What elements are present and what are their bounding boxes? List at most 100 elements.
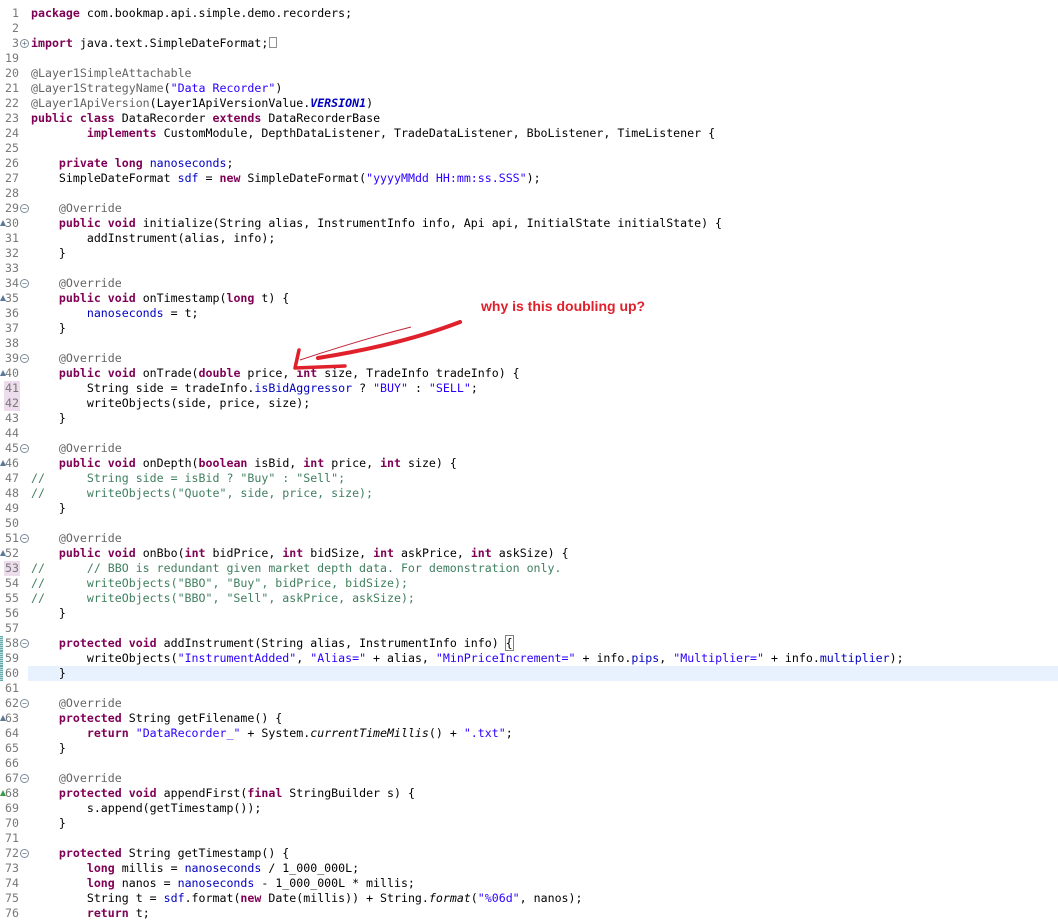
code-line[interactable]: 52 public void onBbo(int bidPrice, int b… (0, 546, 1058, 561)
code-line[interactable]: 56 } (0, 606, 1058, 621)
code-line[interactable]: 49 } (0, 501, 1058, 516)
code-text[interactable] (28, 756, 1058, 771)
code-text[interactable]: // writeObjects("Quote", side, price, si… (28, 486, 1058, 501)
code-line[interactable]: 28 (0, 186, 1058, 201)
code-line[interactable]: 1 package com.bookmap.api.simple.demo.rec… (0, 6, 1058, 21)
code-line[interactable]: 71 (0, 831, 1058, 846)
code-line[interactable]: 32 } (0, 246, 1058, 261)
code-line[interactable]: 19 (0, 51, 1058, 66)
code-text[interactable]: @Override (28, 531, 1058, 546)
code-line[interactable]: 64 return "DataRecorder_" + System.curre… (0, 726, 1058, 741)
code-text[interactable] (28, 426, 1058, 441)
code-text[interactable]: writeObjects("InstrumentAdded", "Alias="… (28, 651, 1058, 666)
code-line[interactable]: 70 } (0, 816, 1058, 831)
code-line[interactable]: 26 private long nanoseconds; (0, 156, 1058, 171)
code-line[interactable]: 76 return t; (0, 906, 1058, 921)
code-line[interactable]: 68 protected void appendFirst(final Stri… (0, 786, 1058, 801)
code-text[interactable]: String t = sdf.format(new Date(millis)) … (28, 891, 1058, 906)
code-text[interactable]: // String side = isBid ? "Buy" : "Sell"; (28, 471, 1058, 486)
code-text[interactable] (28, 261, 1058, 276)
code-line[interactable]: 65 } (0, 741, 1058, 756)
code-line[interactable]: 27 SimpleDateFormat sdf = new SimpleDate… (0, 171, 1058, 186)
code-text[interactable]: package com.bookmap.api.simple.demo.reco… (28, 6, 1058, 21)
code-text[interactable]: @Override (28, 201, 1058, 216)
code-line[interactable]: 3 + import java.text.SimpleDateFormat; (0, 36, 1058, 51)
code-line[interactable]: 51− @Override (0, 531, 1058, 546)
code-line[interactable]: 20 @Layer1SimpleAttachable (0, 66, 1058, 81)
code-text[interactable]: @Layer1StrategyName("Data Recorder") (28, 81, 1058, 96)
code-text[interactable]: implements CustomModule, DepthDataListen… (28, 126, 1058, 141)
code-line[interactable]: 43 } (0, 411, 1058, 426)
code-text[interactable] (28, 21, 1058, 36)
code-line[interactable]: 60 } (0, 666, 1058, 681)
code-text[interactable] (28, 141, 1058, 156)
code-text[interactable]: return t; (28, 906, 1058, 921)
code-line[interactable]: 69 s.append(getTimestamp()); (0, 801, 1058, 816)
code-text[interactable]: String side = tradeInfo.isBidAggressor ?… (28, 381, 1058, 396)
code-text[interactable]: @Override (28, 351, 1058, 366)
code-text[interactable]: protected void appendFirst(final StringB… (28, 786, 1058, 801)
code-text[interactable]: public class DataRecorder extends DataRe… (28, 111, 1058, 126)
code-line[interactable]: 48 // writeObjects("Quote", side, price, … (0, 486, 1058, 501)
code-line[interactable]: 44 (0, 426, 1058, 441)
code-line[interactable]: 73 long millis = nanoseconds / 1_000_000… (0, 861, 1058, 876)
code-text[interactable]: @Override (28, 441, 1058, 456)
code-text[interactable]: s.append(getTimestamp()); (28, 801, 1058, 816)
code-text[interactable]: import java.text.SimpleDateFormat; (28, 36, 1058, 51)
code-text[interactable]: public void onTrade(double price, int si… (28, 366, 1058, 381)
code-line[interactable]: 47 // String side = isBid ? "Buy" : "Sell… (0, 471, 1058, 486)
code-text[interactable]: } (28, 411, 1058, 426)
code-line[interactable]: 75 String t = sdf.format(new Date(millis… (0, 891, 1058, 906)
code-text[interactable]: protected String getFilename() { (28, 711, 1058, 726)
code-line[interactable]: 58− protected void addInstrument(String … (0, 635, 1058, 651)
code-line[interactable]: 46 public void onDepth(boolean isBid, in… (0, 456, 1058, 471)
code-line[interactable]: 37 } (0, 321, 1058, 336)
code-line[interactable]: 41 String side = tradeInfo.isBidAggresso… (0, 381, 1058, 396)
code-line[interactable]: 61 (0, 681, 1058, 696)
code-text[interactable]: } (28, 246, 1058, 261)
code-text[interactable] (28, 681, 1058, 696)
code-text[interactable]: addInstrument(alias, info); (28, 231, 1058, 246)
code-text[interactable]: protected String getTimestamp() { (28, 846, 1058, 861)
code-text[interactable] (28, 831, 1058, 846)
code-text[interactable]: long nanos = nanoseconds - 1_000_000L * … (28, 876, 1058, 891)
code-text[interactable]: @Override (28, 696, 1058, 711)
code-line[interactable]: 23 public class DataRecorder extends Data… (0, 111, 1058, 126)
code-text[interactable]: long millis = nanoseconds / 1_000_000L; (28, 861, 1058, 876)
code-line[interactable]: 62− @Override (0, 696, 1058, 711)
code-text[interactable]: } (28, 501, 1058, 516)
code-line[interactable]: 45− @Override (0, 441, 1058, 456)
code-line[interactable]: 22 @Layer1ApiVersion(Layer1ApiVersionValu… (0, 96, 1058, 111)
code-line[interactable]: 57 (0, 621, 1058, 636)
code-line[interactable]: 29− @Override (0, 201, 1058, 216)
code-line[interactable]: 24 implements CustomModule, DepthDataLis… (0, 126, 1058, 141)
code-editor[interactable]: 1 package com.bookmap.api.simple.demo.rec… (0, 6, 1058, 921)
code-line[interactable]: 40 public void onTrade(double price, int… (0, 366, 1058, 381)
code-line[interactable]: 25 (0, 141, 1058, 156)
folded-imports-icon[interactable] (269, 37, 278, 48)
code-text[interactable]: } (28, 741, 1058, 756)
code-line[interactable]: 34− @Override (0, 276, 1058, 291)
code-text[interactable]: public void initialize(String alias, Ins… (28, 216, 1058, 231)
code-line[interactable]: 53 // // BBO is redundant given market de… (0, 561, 1058, 576)
code-line[interactable]: 55 // writeObjects("BBO", "Sell", askPric… (0, 591, 1058, 606)
code-line[interactable]: 74 long nanos = nanoseconds - 1_000_000L… (0, 876, 1058, 891)
code-line[interactable]: 54 // writeObjects("BBO", "Buy", bidPrice… (0, 576, 1058, 591)
code-line[interactable]: 63 protected String getFilename() { (0, 711, 1058, 726)
code-text[interactable]: @Layer1SimpleAttachable (28, 66, 1058, 81)
code-text[interactable]: // writeObjects("BBO", "Buy", bidPrice, … (28, 576, 1058, 591)
code-line[interactable]: 50 (0, 516, 1058, 531)
code-text[interactable]: public void onBbo(int bidPrice, int bidS… (28, 546, 1058, 561)
code-line[interactable]: 30 public void initialize(String alias, … (0, 216, 1058, 231)
code-text[interactable]: @Override (28, 771, 1058, 786)
code-text[interactable]: // writeObjects("BBO", "Sell", askPrice,… (28, 591, 1058, 606)
code-text[interactable] (28, 621, 1058, 636)
code-text[interactable]: protected void addInstrument(String alia… (28, 635, 1058, 651)
code-line[interactable]: 2 (0, 21, 1058, 36)
code-line[interactable]: 33 (0, 261, 1058, 276)
code-text[interactable]: } (28, 816, 1058, 831)
code-text[interactable] (28, 516, 1058, 531)
code-text[interactable]: return "DataRecorder_" + System.currentT… (28, 726, 1058, 741)
code-line[interactable]: 66 (0, 756, 1058, 771)
code-text[interactable]: } (28, 321, 1058, 336)
